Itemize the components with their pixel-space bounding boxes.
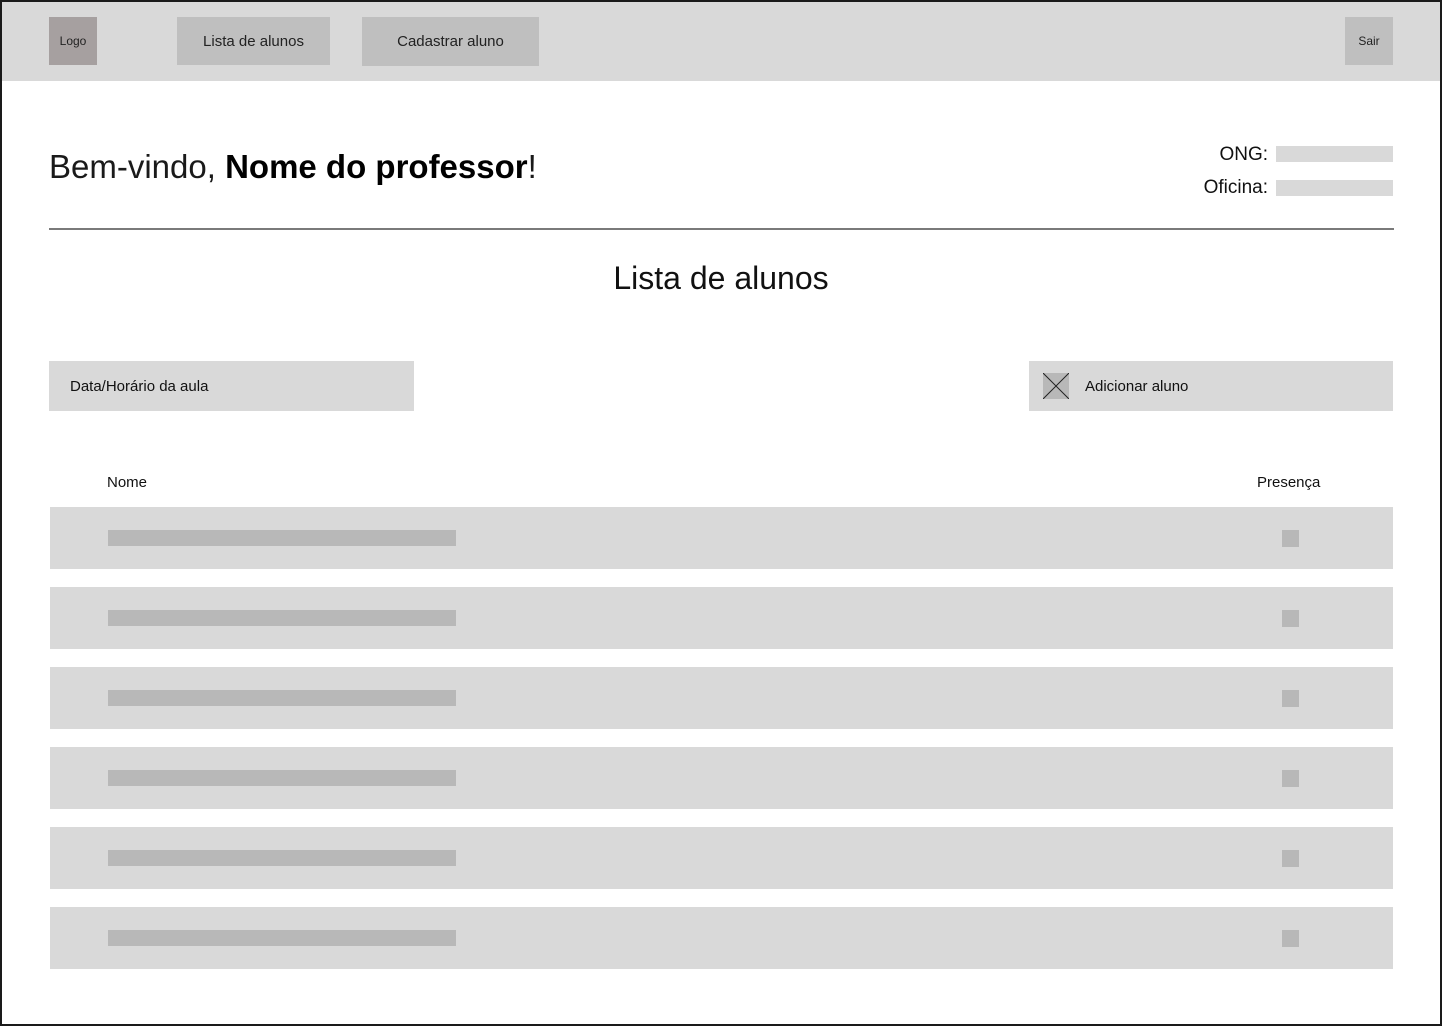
professor-name: Nome do professor (225, 148, 528, 185)
table-row[interactable] (50, 907, 1393, 969)
student-name-placeholder (108, 850, 456, 866)
logout-label: Sair (1358, 34, 1380, 48)
attendance-checkbox[interactable] (1282, 690, 1299, 707)
add-student-label: Adicionar aluno (1085, 377, 1189, 395)
divider (49, 228, 1394, 230)
student-name-placeholder (108, 770, 456, 786)
oficina-label: Oficina: (1203, 177, 1268, 198)
table-row[interactable] (50, 587, 1393, 649)
oficina-value-placeholder (1276, 180, 1393, 196)
student-name-placeholder (108, 690, 456, 706)
attendance-checkbox[interactable] (1282, 930, 1299, 947)
class-datetime-label: Data/Horário da aula (70, 377, 209, 395)
logo[interactable]: Logo (49, 17, 97, 65)
welcome-heading: Bem-vindo, Nome do professor! (49, 148, 537, 186)
table-row[interactable] (50, 747, 1393, 809)
app-frame: Logo Lista de alunos Cadastrar aluno Sai… (0, 0, 1442, 1026)
page-title: Lista de alunos (613, 260, 829, 296)
nav-label: Lista de alunos (203, 32, 304, 50)
attendance-checkbox[interactable] (1282, 610, 1299, 627)
add-student-button[interactable]: Adicionar aluno (1029, 361, 1393, 411)
column-header-presenca: Presença (1257, 474, 1321, 491)
table-row[interactable] (50, 827, 1393, 889)
logo-label: Logo (59, 34, 87, 48)
nav-lista-de-alunos-button[interactable]: Lista de alunos (177, 17, 330, 65)
nav-label: Cadastrar aluno (397, 33, 504, 50)
image-placeholder-icon (1043, 373, 1069, 399)
ong-label: ONG: (1219, 144, 1268, 165)
welcome-suffix: ! (527, 148, 537, 185)
welcome-prefix: Bem-vindo, (49, 148, 226, 185)
student-name-placeholder (108, 930, 456, 946)
top-navbar: Logo Lista de alunos Cadastrar aluno Sai… (2, 2, 1440, 81)
nav-cadastrar-aluno-button[interactable]: Cadastrar aluno (362, 17, 539, 66)
student-name-placeholder (108, 530, 456, 546)
attendance-checkbox[interactable] (1282, 530, 1299, 547)
ong-value-placeholder (1276, 146, 1393, 162)
table-row[interactable] (50, 507, 1393, 569)
logout-button[interactable]: Sair (1345, 17, 1393, 65)
column-header-nome: Nome (107, 474, 148, 491)
table-row[interactable] (50, 667, 1393, 729)
attendance-checkbox[interactable] (1282, 850, 1299, 867)
attendance-checkbox[interactable] (1282, 770, 1299, 787)
class-datetime-field[interactable]: Data/Horário da aula (49, 361, 414, 411)
student-name-placeholder (108, 610, 456, 626)
